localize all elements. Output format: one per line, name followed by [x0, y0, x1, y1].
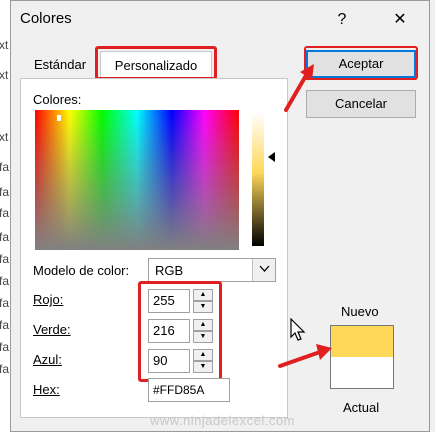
background-cell-text: fa	[0, 160, 10, 174]
background-cell-text: xt	[0, 130, 9, 144]
current-color-label: Actual	[343, 400, 380, 415]
background-cell-text: fa	[0, 340, 10, 354]
hex-label: Hex:	[33, 382, 60, 397]
help-button[interactable]: ?	[330, 8, 354, 32]
color-model-value: RGB	[155, 263, 184, 278]
background-cell-text: fa	[0, 206, 10, 220]
background-cell-text: fa	[0, 362, 10, 376]
background-cell-text: fa	[0, 274, 10, 288]
blue-label: Azul:	[33, 352, 62, 367]
luminance-slider[interactable]	[252, 112, 264, 246]
annotation-box-rgb	[138, 281, 222, 382]
background-cell-text: fa	[0, 318, 10, 332]
spectrum-cursor[interactable]	[57, 115, 61, 121]
red-label: Rojo:	[33, 292, 64, 307]
background-cell-text: fa	[0, 185, 10, 199]
background-cell-text: xt	[0, 68, 9, 82]
close-icon[interactable]: ✕	[388, 8, 412, 32]
annotation-arrow-ok	[284, 64, 314, 112]
color-model-label: Modelo de color:	[33, 263, 130, 278]
dialog-title: Colores	[20, 10, 72, 27]
colors-label: Colores:	[33, 92, 82, 107]
annotation-box-ok	[304, 46, 418, 80]
watermark: www.ninjadelexcel.com	[150, 413, 295, 428]
tab-standard[interactable]: Estándar	[34, 52, 86, 78]
background-cell-text: xt	[0, 38, 9, 52]
new-color-label: Nuevo	[341, 304, 379, 319]
annotation-box-tab	[95, 46, 217, 80]
hex-input[interactable]: #FFD85A	[148, 378, 230, 402]
color-spectrum[interactable]	[35, 110, 239, 250]
color-model-select[interactable]: RGB	[148, 258, 276, 282]
new-color-swatch	[330, 325, 394, 357]
luminance-pointer-icon[interactable]	[268, 152, 275, 162]
current-color-swatch	[330, 357, 394, 389]
annotation-arrow-swatch	[278, 344, 332, 368]
green-label: Verde:	[33, 322, 71, 337]
cancel-button[interactable]: Cancelar	[306, 90, 416, 118]
background-cell-text: fa	[0, 230, 10, 244]
chevron-down-icon[interactable]	[252, 259, 275, 281]
background-cell-text: fa	[0, 296, 10, 310]
background-cell-text: fa	[0, 252, 10, 266]
